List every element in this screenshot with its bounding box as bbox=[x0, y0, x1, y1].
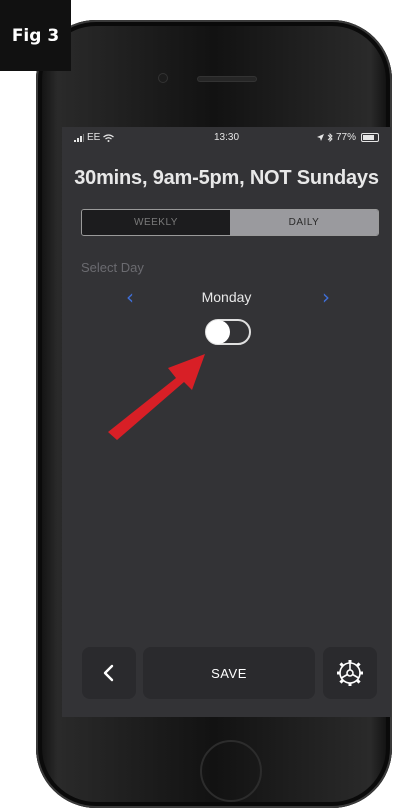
tab-daily[interactable]: DAILY bbox=[230, 210, 378, 235]
selected-day: Monday bbox=[201, 289, 252, 305]
location-icon bbox=[316, 134, 324, 141]
next-day-button[interactable]: › bbox=[316, 285, 336, 309]
back-button[interactable] bbox=[82, 647, 136, 699]
battery-icon bbox=[361, 133, 379, 142]
red-arrow-icon bbox=[108, 354, 205, 440]
front-camera bbox=[159, 74, 167, 82]
chevron-left-icon bbox=[103, 664, 114, 682]
status-bar: EE 13:30 77% bbox=[62, 127, 391, 149]
chevron-right-icon: › bbox=[322, 285, 330, 309]
schedule-title: 30mins, 9am-5pm, NOT Sundays bbox=[74, 167, 379, 189]
day-enable-toggle[interactable] bbox=[205, 319, 251, 345]
select-day-label: Select Day bbox=[81, 260, 144, 275]
day-selector: ‹ Monday › bbox=[62, 285, 391, 309]
battery-percent: 77% bbox=[335, 132, 356, 143]
figure-label: Fig 3 bbox=[0, 0, 71, 71]
earpiece-speaker bbox=[198, 77, 256, 81]
save-button[interactable]: SAVE bbox=[143, 647, 315, 699]
bottom-action-bar: SAVE bbox=[62, 647, 391, 699]
gear-icon bbox=[337, 660, 363, 686]
home-button[interactable] bbox=[200, 740, 262, 802]
settings-button[interactable] bbox=[323, 647, 377, 699]
mode-segmented-control: WEEKLY DAILY bbox=[81, 209, 379, 236]
tab-weekly[interactable]: WEEKLY bbox=[82, 210, 230, 235]
bluetooth-icon bbox=[327, 133, 333, 142]
toggle-knob bbox=[206, 320, 230, 344]
